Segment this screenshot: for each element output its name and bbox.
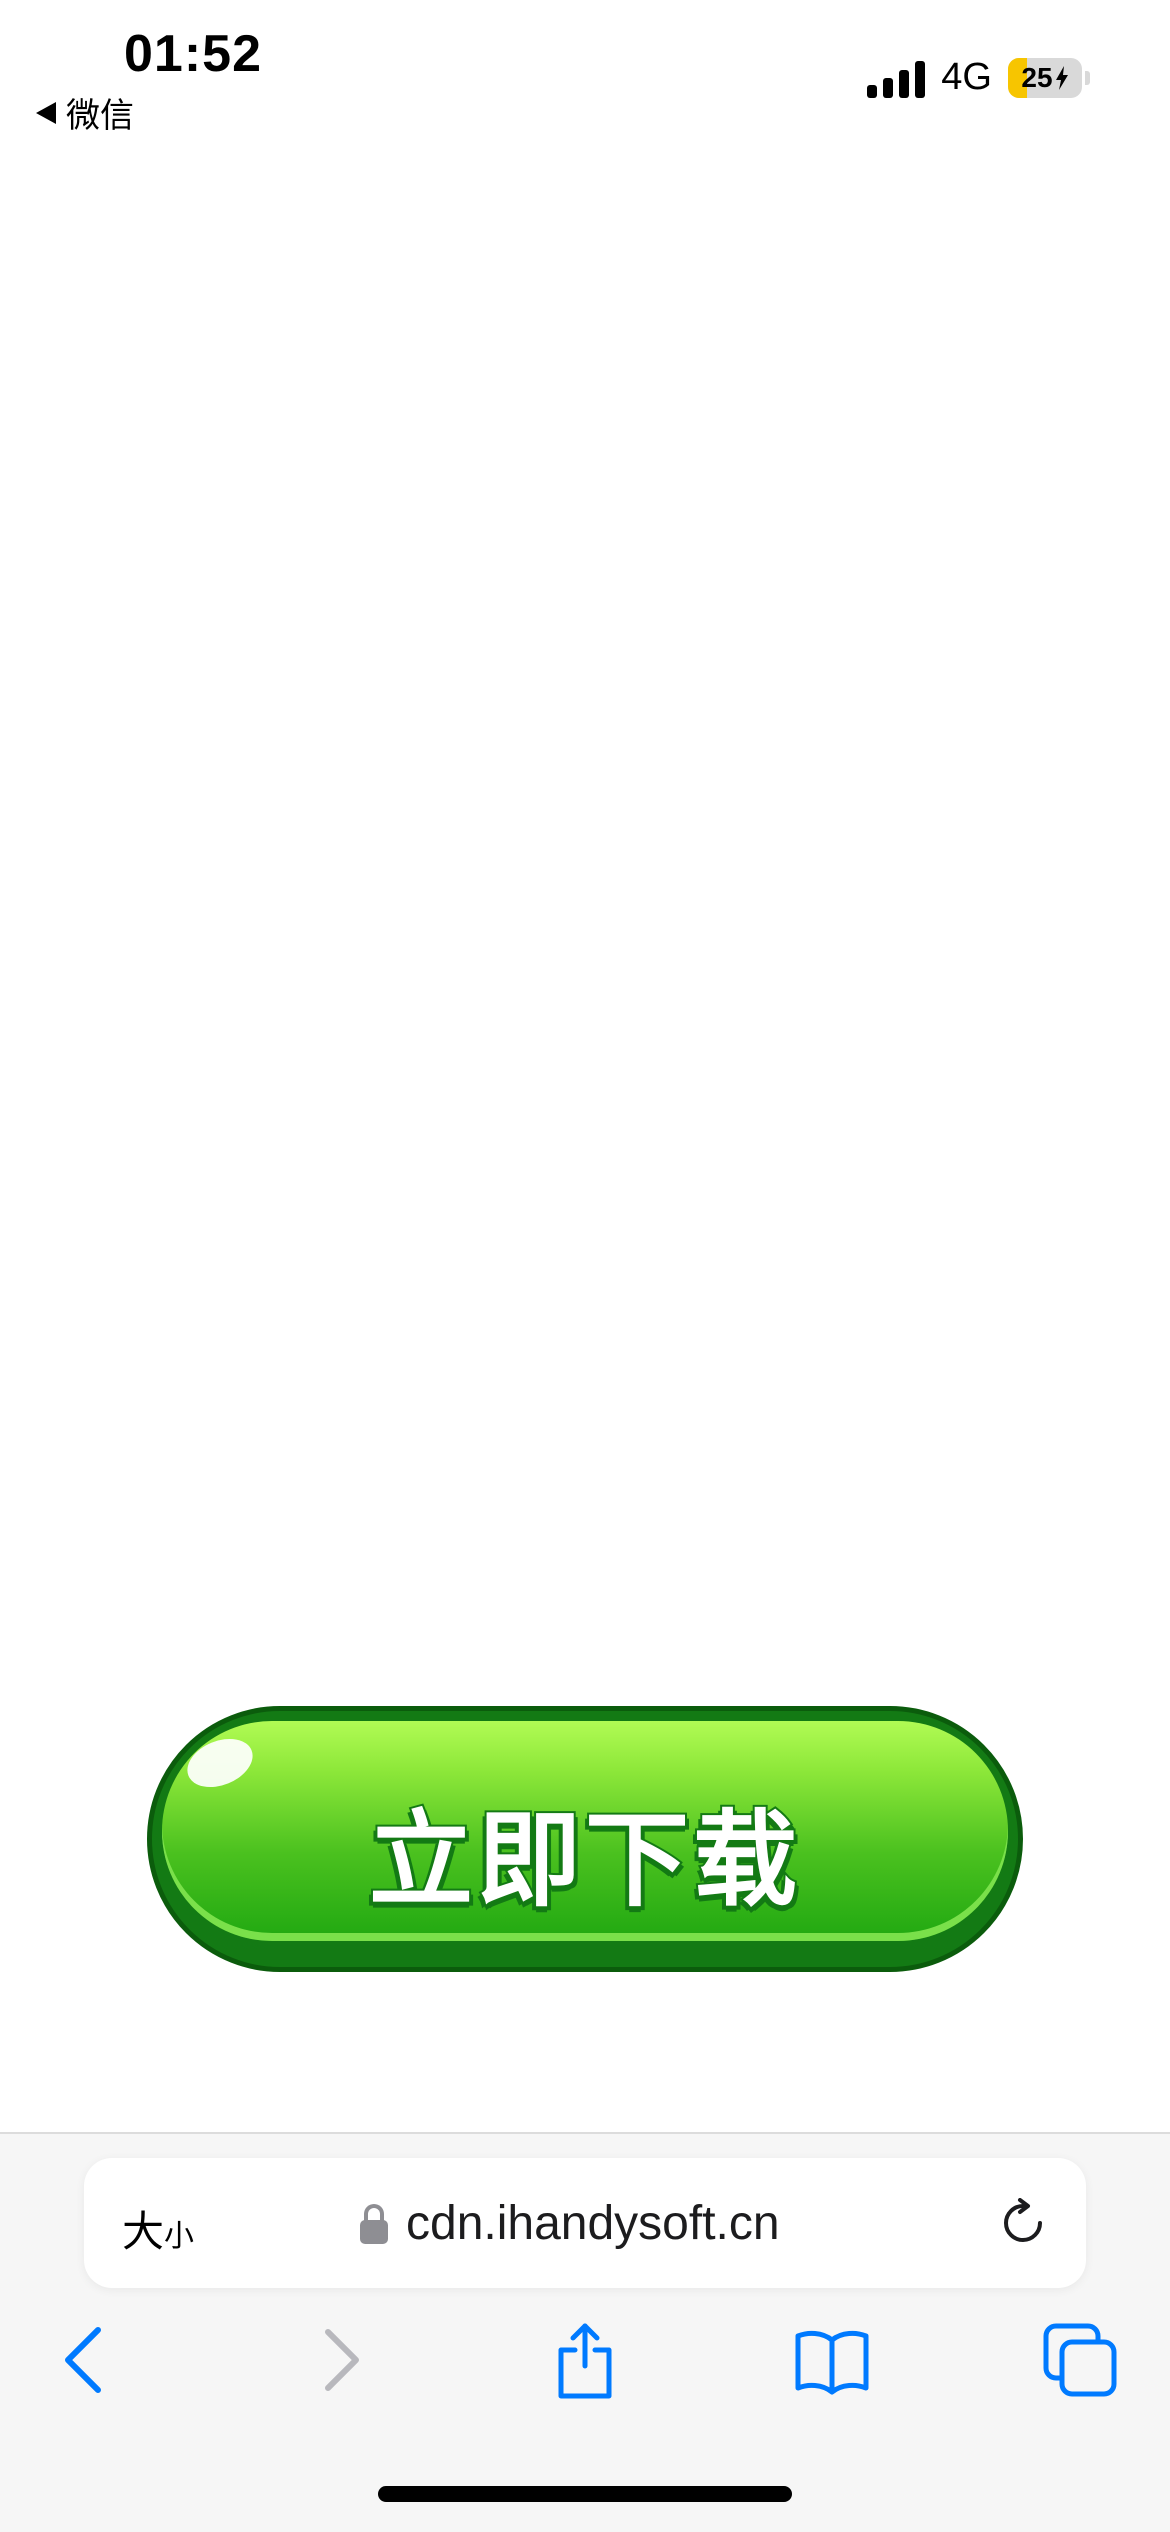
bookmarks-icon[interactable] [792, 2320, 872, 2400]
battery-icon: 25 [1008, 57, 1090, 98]
back-app-label: 微信 [66, 97, 134, 135]
bolt-icon [1055, 65, 1068, 90]
download-button-label: 立即下载 [367, 1801, 801, 1921]
back-icon[interactable] [46, 2320, 126, 2400]
battery-percent-label: 25 [1021, 61, 1053, 93]
home-indicator[interactable] [378, 2486, 792, 2502]
back-to-app-link[interactable]: 微信 [36, 88, 134, 137]
network-type: 4G [941, 56, 992, 98]
download-button-face: 立即下载 [162, 1721, 1008, 1941]
url-text: cdn.ihandysoft.cn [406, 2197, 780, 2250]
text-size-big-label: 大 [122, 2208, 165, 2255]
lock-icon [360, 2203, 388, 2244]
text-size-small-label: 小 [164, 2220, 195, 2253]
forward-icon[interactable] [300, 2320, 380, 2400]
back-triangle-icon [36, 101, 56, 124]
tabs-icon[interactable] [1040, 2320, 1120, 2400]
cellular-signal-icon [867, 58, 926, 98]
address-bar[interactable]: 大 小 cdn.ihandysoft.cn [84, 2158, 1086, 2288]
share-icon[interactable] [545, 2320, 625, 2400]
url-display[interactable]: cdn.ihandysoft.cn [360, 2196, 780, 2251]
status-indicators: 4G 25 [867, 56, 1090, 99]
status-time: 01:52 [124, 25, 262, 83]
text-size-button[interactable]: 大 小 [122, 2198, 194, 2259]
page: 01:52 微信 4G 25 立即下载 大 小 cdn.ihandysoft.c… [0, 0, 1170, 2532]
download-now-button[interactable]: 立即下载 [147, 1706, 1023, 1972]
reload-icon[interactable] [998, 2198, 1048, 2248]
battery-cap [1085, 70, 1090, 85]
